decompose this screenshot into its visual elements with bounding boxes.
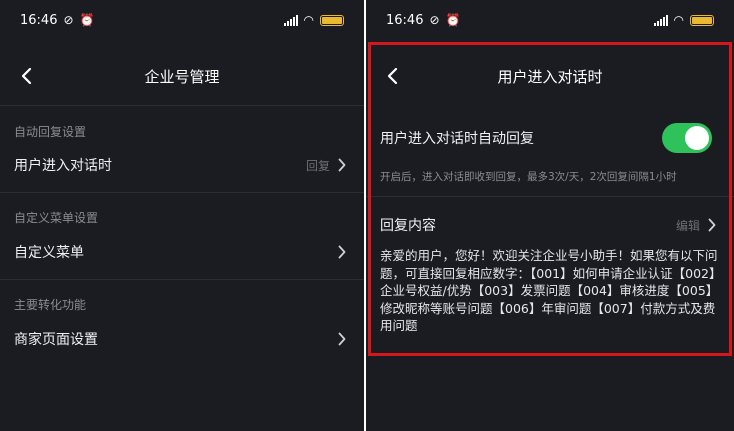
battery-icon xyxy=(320,14,344,26)
section-header-auto-reply: 自动回复设置 xyxy=(14,125,87,139)
divider xyxy=(0,192,364,193)
back-arrow-icon[interactable] xyxy=(378,62,406,90)
status-time: 16:46 xyxy=(386,12,424,28)
row-custom-menu[interactable]: 自定义菜单 xyxy=(0,232,364,272)
section-header-conversion: 主要转化功能 xyxy=(14,298,87,312)
nav-bar: 企业号管理 xyxy=(0,56,364,96)
chevron-right-icon xyxy=(338,332,350,346)
page-title: 用户进入对话时 xyxy=(497,67,603,86)
row-right: 回复 xyxy=(306,157,350,174)
back-arrow-icon[interactable] xyxy=(12,62,40,90)
nav-bar: 用户进入对话时 xyxy=(366,56,734,96)
status-bar: 16:46 ⊘ ⏰ ◠ xyxy=(0,0,364,40)
alarm-icon: ⏰ xyxy=(79,13,95,27)
row-right: 编辑 xyxy=(676,217,720,234)
row-label: 商家页面设置 xyxy=(14,332,98,348)
chevron-right-icon xyxy=(338,245,350,259)
chevron-right-icon xyxy=(338,158,350,172)
status-time: 16:46 xyxy=(20,12,58,28)
status-left: 16:46 ⊘ ⏰ xyxy=(20,13,94,28)
do-not-disturb-icon: ⊘ xyxy=(429,13,440,27)
divider xyxy=(366,196,734,197)
chevron-right-icon xyxy=(708,218,720,232)
row-label: 回复内容 xyxy=(380,218,436,234)
signal-icon xyxy=(653,14,668,26)
auto-reply-hint: 开启后，进入对话即收到回复，最多3次/天，2次回复间隔1小时 xyxy=(380,171,677,183)
edit-link[interactable]: 编辑 xyxy=(676,217,700,234)
wifi-icon: ◠ xyxy=(673,13,684,27)
status-bar: 16:46 ⊘ ⏰ ◠ xyxy=(366,0,734,40)
status-left: 16:46 ⊘ ⏰ xyxy=(386,13,460,28)
alarm-icon: ⏰ xyxy=(445,13,461,27)
user-enter-conversation-screen: 16:46 ⊘ ⏰ ◠ 用户进入对话时 用户进入对话时自动回复 开启后，进入对话… xyxy=(366,0,734,431)
auto-reply-toggle[interactable] xyxy=(662,123,712,153)
row-user-enter-conversation[interactable]: 用户进入对话时 回复 xyxy=(0,145,364,185)
enterprise-account-screen: 16:46 ⊘ ⏰ ◠ 企业号管理 自动回复设置 用户进入对话时 回复 自定义菜… xyxy=(0,0,364,431)
signal-icon xyxy=(283,14,298,26)
divider xyxy=(0,105,364,106)
divider xyxy=(0,279,364,280)
row-right xyxy=(338,332,350,346)
section-header-custom-menu: 自定义菜单设置 xyxy=(14,211,99,225)
row-label: 用户进入对话时 xyxy=(14,158,112,174)
do-not-disturb-icon: ⊘ xyxy=(63,13,74,27)
row-value: 回复 xyxy=(305,158,330,173)
row-right xyxy=(338,245,350,259)
row-merchant-page-settings[interactable]: 商家页面设置 xyxy=(0,319,364,359)
row-reply-content[interactable]: 回复内容 编辑 xyxy=(366,205,734,245)
page-title: 企业号管理 xyxy=(144,67,220,86)
status-right: ◠ xyxy=(653,13,714,27)
reply-content-text: 亲爱的用户，您好！欢迎关注企业号小助手！如果您有以下问题，可直接回复相应数字：【… xyxy=(380,248,719,333)
toggle-knob xyxy=(685,126,709,150)
status-right: ◠ xyxy=(283,13,344,27)
row-label: 自定义菜单 xyxy=(14,245,84,261)
battery-icon xyxy=(690,14,714,26)
row-label: 用户进入对话时自动回复 xyxy=(380,131,534,147)
wifi-icon: ◠ xyxy=(303,13,314,27)
screenshot-canvas: 16:46 ⊘ ⏰ ◠ 企业号管理 自动回复设置 用户进入对话时 回复 自定义菜… xyxy=(0,0,734,431)
